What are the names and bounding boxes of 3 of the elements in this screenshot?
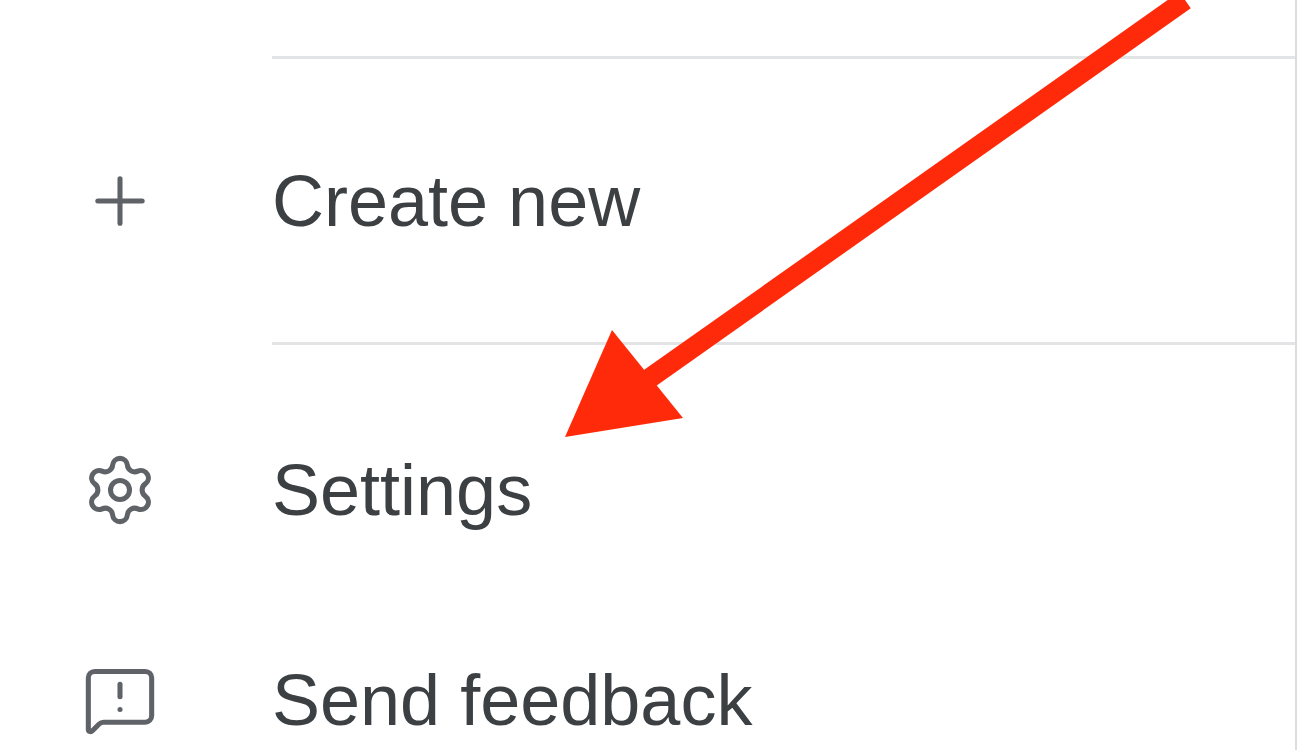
menu-item[interactable]: Create new xyxy=(0,59,1295,342)
menu-item[interactable]: Settings xyxy=(0,345,1295,635)
menu-item[interactable]: Send feedback xyxy=(0,635,1295,750)
